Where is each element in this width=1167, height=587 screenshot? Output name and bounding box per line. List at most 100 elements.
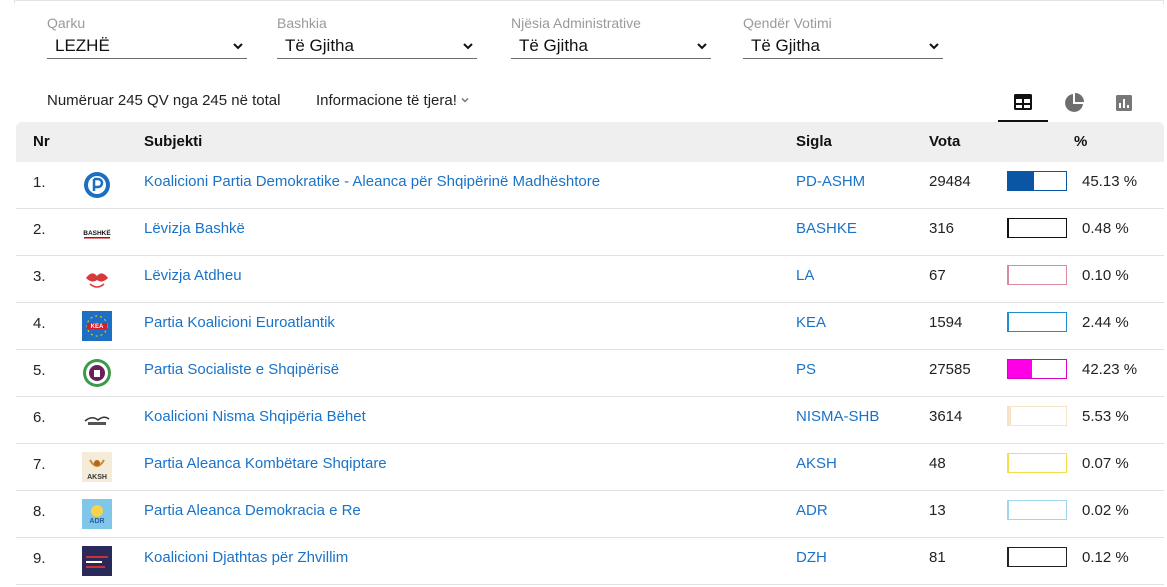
party-percent: 2.44 %: [1082, 314, 1129, 331]
party-logo: ADR: [82, 499, 112, 529]
ps-logo-icon: [83, 359, 111, 387]
row-number: 4.: [33, 315, 46, 332]
party-name-link[interactable]: Lëvizja Bashkë: [144, 209, 245, 249]
table-row: 7. AKSH Partia Aleanca Kombëtare Shqipta…: [16, 444, 1164, 491]
percent-bar: [1007, 218, 1067, 238]
percent-bar-fill: [1008, 407, 1012, 425]
table-row: 2. BASHKË Lëvizja Bashkë BASHKE 316 0.48…: [16, 209, 1164, 256]
more-info-label: Informacione të tjera!: [316, 92, 457, 109]
party-percent: 0.02 %: [1082, 502, 1129, 519]
svg-text:BASHKË: BASHKË: [83, 229, 111, 237]
select-value: LEZHË: [55, 36, 110, 55]
table-row: 3. Lëvizja Atdheu LA 67 0.10 %: [16, 256, 1164, 303]
header-sigla: Sigla: [796, 133, 832, 150]
bashkia-select[interactable]: Të Gjitha: [277, 35, 477, 59]
la-logo-icon: [86, 273, 108, 288]
row-number: 5.: [33, 362, 46, 379]
party-logo: AKSH: [82, 452, 112, 482]
table-row: 1. Koalicioni Partia Demokratike - Alean…: [16, 162, 1164, 209]
party-acronym: PS: [796, 361, 817, 378]
table-row: 9. Koalicioni Djathtas për Zhvillim DZH …: [16, 538, 1164, 585]
percent-bar: [1007, 547, 1067, 567]
party-percent: 0.07 %: [1082, 455, 1129, 472]
dzh-logo-icon: [82, 546, 112, 576]
svg-text:AKSH: AKSH: [87, 474, 107, 481]
party-percent: 45.13 %: [1082, 173, 1138, 190]
percent-bar: [1007, 359, 1067, 379]
party-logo: [82, 170, 112, 200]
chevron-down-icon: [461, 97, 469, 103]
chevron-down-icon: [929, 43, 939, 50]
header-subject: Subjekti: [144, 133, 203, 150]
percent-bar: [1007, 312, 1067, 332]
count-summary: Numëruar 245 QV nga 245 në total: [47, 92, 281, 109]
njesia-select[interactable]: Të Gjitha: [511, 35, 711, 59]
party-acronym: AKSH: [796, 455, 837, 472]
filter-label: Qendër Votimi: [743, 15, 832, 31]
party-logo: [82, 405, 112, 435]
party-logo: BASHKË: [82, 217, 112, 247]
more-info-toggle[interactable]: Informacione të tjera!: [316, 90, 470, 112]
party-percent: 0.48 %: [1082, 220, 1129, 237]
party-logo: [82, 358, 112, 388]
party-name-link[interactable]: Partia Socialiste e Shqipërisë: [144, 350, 339, 390]
filter-bashkia: Bashkia Të Gjitha: [277, 14, 477, 59]
view-switcher: [998, 84, 1150, 122]
percent-bar: [1007, 500, 1067, 520]
chevron-down-icon: [233, 43, 243, 50]
nisma-logo-icon: [84, 416, 110, 425]
filter-njesia: Njësia Administrative Të Gjitha: [511, 14, 711, 59]
percent-bar: [1007, 406, 1067, 426]
bar-chart-icon: [1116, 95, 1132, 111]
party-acronym: LA: [796, 267, 815, 284]
party-name-link[interactable]: Koalicioni Partia Demokratike - Aleanca …: [144, 162, 600, 202]
party-name-link[interactable]: Partia Koalicioni Euroatlantik: [144, 303, 335, 343]
row-number: 3.: [33, 268, 46, 285]
party-name-link[interactable]: Koalicioni Nisma Shqipëria Bëhet: [144, 397, 366, 437]
header-votes: Vota: [929, 133, 961, 150]
row-number: 8.: [33, 503, 46, 520]
pie-view-button[interactable]: [1049, 84, 1099, 122]
table-icon: [1014, 94, 1032, 110]
results-table: Nr Subjekti Sigla Vota % 1. Koalicioni P…: [16, 122, 1164, 585]
svg-text:KEA: KEA: [91, 324, 104, 330]
qarku-select[interactable]: LEZHË: [47, 35, 247, 59]
aksh-logo-icon: AKSH: [82, 452, 112, 482]
party-votes: 13: [929, 502, 946, 519]
qender-votimi-select[interactable]: Të Gjitha: [743, 35, 943, 59]
select-value: Të Gjitha: [519, 36, 588, 55]
filter-label: Bashkia: [277, 15, 327, 31]
table-view-button[interactable]: [998, 84, 1048, 122]
row-number: 1.: [33, 174, 46, 191]
party-name-link[interactable]: Koalicioni Djathtas për Zhvillim: [144, 538, 348, 578]
table-row: 6. Koalicioni Nisma Shqipëria Bëhet NISM…: [16, 397, 1164, 444]
party-votes: 3614: [929, 408, 963, 425]
party-acronym: BASHKE: [796, 220, 857, 237]
party-name-link[interactable]: Partia Aleanca Kombëtare Shqiptare: [144, 444, 387, 484]
row-number: 6.: [33, 409, 46, 426]
filter-label: Qarku: [47, 15, 86, 31]
table-row: 5. Partia Socialiste e Shqipërisë PS 275…: [16, 350, 1164, 397]
percent-bar-fill: [1008, 313, 1010, 331]
party-name-link[interactable]: Lëvizja Atdheu: [144, 256, 242, 296]
select-value: Të Gjitha: [751, 36, 820, 55]
party-name-link[interactable]: Partia Aleanca Demokracia e Re: [144, 491, 361, 531]
select-value: Të Gjitha: [285, 36, 354, 55]
row-number: 9.: [33, 550, 46, 567]
svg-text:ADR: ADR: [89, 518, 104, 525]
percent-bar-fill: [1008, 172, 1035, 190]
percent-bar: [1007, 171, 1067, 191]
pd-logo-icon: [84, 172, 110, 198]
row-number: 2.: [33, 221, 46, 238]
row-number: 7.: [33, 456, 46, 473]
adr-logo-icon: ADR: [82, 499, 112, 529]
percent-bar: [1007, 265, 1067, 285]
table-body: 1. Koalicioni Partia Demokratike - Alean…: [16, 162, 1164, 585]
bar-view-button[interactable]: [1099, 84, 1149, 122]
party-acronym: KEA: [796, 314, 827, 331]
party-percent: 0.12 %: [1082, 549, 1129, 566]
filter-qarku: Qarku LEZHË: [47, 14, 247, 59]
party-acronym: NISMA-SHB: [796, 408, 880, 425]
party-acronym: DZH: [796, 549, 827, 566]
percent-bar-fill: [1008, 360, 1033, 378]
